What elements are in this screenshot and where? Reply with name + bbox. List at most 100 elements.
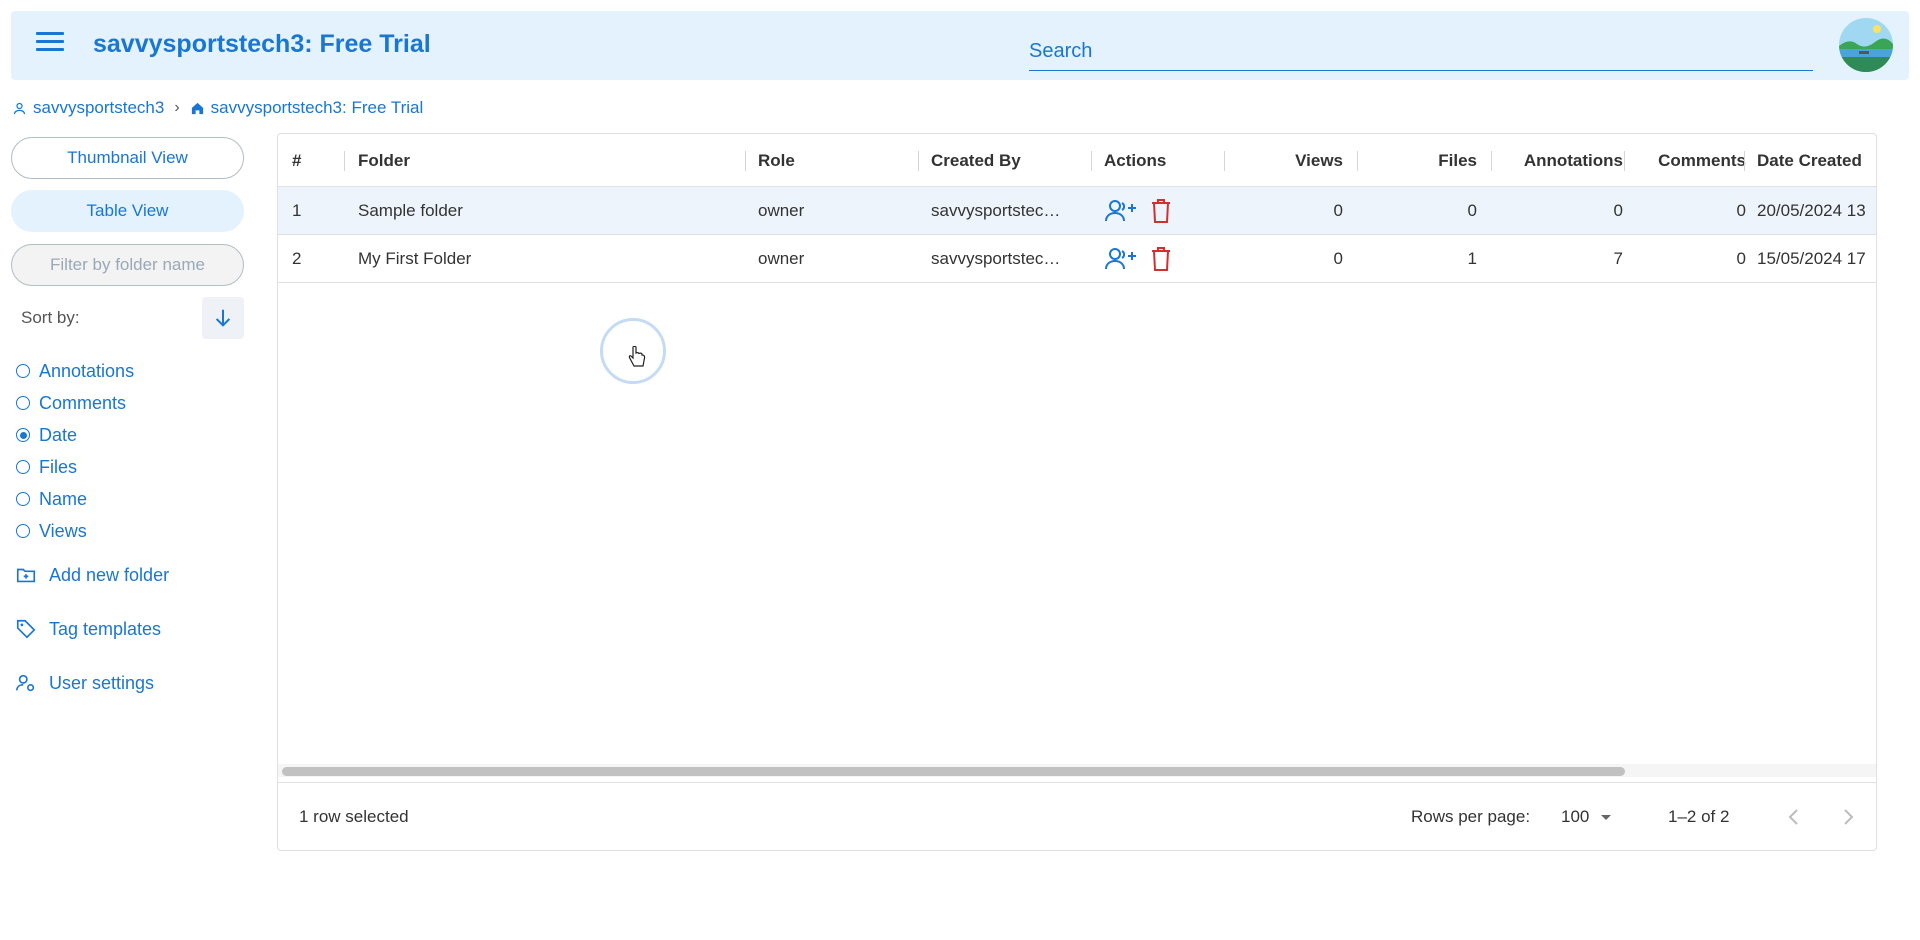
sort-option-comments[interactable]: Comments xyxy=(16,387,134,419)
cell-actions xyxy=(1104,235,1172,283)
cell-annotations: 0 xyxy=(1613,201,1623,220)
sort-label: Sort by: xyxy=(21,308,80,327)
table-footer: 1 row selected Rows per page: 100 1–2 of… xyxy=(278,782,1876,850)
previous-page-button[interactable] xyxy=(1776,799,1812,835)
col-folder[interactable]: Folder xyxy=(358,134,410,187)
cell-date-created: 15/05/2024 17 xyxy=(1757,249,1866,268)
horizontal-scrollbar-thumb[interactable] xyxy=(282,767,1625,776)
cell-annotations: 7 xyxy=(1613,249,1623,268)
tag-templates-link[interactable]: Tag templates xyxy=(15,618,161,640)
cell-role: owner xyxy=(758,249,805,268)
col-actions[interactable]: Actions xyxy=(1104,134,1166,187)
search-bar xyxy=(1029,28,1813,71)
col-date-created[interactable]: Date Created xyxy=(1757,134,1862,187)
col-comments[interactable]: Comments xyxy=(1624,134,1746,187)
cell-folder: Sample folder xyxy=(358,201,463,220)
user-settings-link[interactable]: User settings xyxy=(15,672,154,694)
sort-option-date[interactable]: Date xyxy=(16,419,134,451)
sort-option-annotations[interactable]: Annotations xyxy=(16,355,134,387)
sort-option-label: Files xyxy=(39,456,78,477)
table-row[interactable]: 1 Sample folder owner savvysportstec… 0 … xyxy=(278,187,1876,235)
home-icon xyxy=(191,102,203,114)
col-annotations[interactable]: Annotations xyxy=(1491,134,1623,187)
radio-icon xyxy=(16,396,30,410)
breadcrumb-user[interactable]: savvysportstech3 xyxy=(12,98,164,118)
sort-option-label: Comments xyxy=(39,392,127,413)
sort-option-label: Date xyxy=(39,424,78,445)
col-role[interactable]: Role xyxy=(758,134,795,187)
rows-per-page-select[interactable]: 100 xyxy=(1561,801,1626,833)
sort-option-name[interactable]: Name xyxy=(16,483,134,515)
cell-created-by: savvysportstec… xyxy=(931,249,1061,268)
table-row[interactable]: 2 My First Folder owner savvysportstec… … xyxy=(278,235,1876,283)
col-index[interactable]: # xyxy=(292,134,301,187)
col-views[interactable]: Views xyxy=(1224,134,1343,187)
add-folder-link[interactable]: Add new folder xyxy=(15,564,169,586)
radio-icon xyxy=(16,524,30,538)
pagination-range: 1–2 of 2 xyxy=(1668,807,1730,826)
breadcrumb: savvysportstech3 › savvysportstech3: Fre… xyxy=(12,98,423,118)
sort-direction-button[interactable] xyxy=(202,297,244,339)
search-input[interactable] xyxy=(1029,28,1813,70)
share-user-icon[interactable] xyxy=(1104,246,1138,272)
next-page-button[interactable] xyxy=(1830,799,1866,835)
delete-icon[interactable] xyxy=(1150,246,1172,272)
radio-icon xyxy=(16,492,30,506)
cell-actions xyxy=(1104,187,1172,235)
app-title: savvysportstech3: Free Trial xyxy=(93,30,431,58)
breadcrumb-separator: › xyxy=(174,99,180,116)
folder-add-icon xyxy=(16,568,36,583)
cell-files: 0 xyxy=(1467,201,1477,220)
cell-index: 2 xyxy=(292,249,302,268)
user-gear-icon xyxy=(16,674,35,692)
arrow-down-icon xyxy=(215,309,231,327)
hand-pointer-icon xyxy=(628,345,646,373)
sort-option-label: Annotations xyxy=(39,360,135,381)
tag-icon xyxy=(16,619,36,639)
breadcrumb-user-label: savvysportstech3 xyxy=(33,98,165,117)
thumbnail-view-button[interactable]: Thumbnail View xyxy=(11,137,244,179)
table-header: # Folder Role Created By Actions Views F… xyxy=(278,134,1876,187)
cell-created-by: savvysportstec… xyxy=(931,201,1061,220)
cell-date-created: 20/05/2024 13 xyxy=(1757,201,1866,220)
radio-checked-icon xyxy=(16,428,30,442)
column-separator[interactable] xyxy=(745,151,746,171)
col-created-by[interactable]: Created By xyxy=(931,134,1021,187)
breadcrumb-workspace[interactable]: savvysportstech3: Free Trial xyxy=(190,98,424,118)
sort-option-label: Name xyxy=(39,488,88,509)
chevron-right-icon xyxy=(1844,809,1854,825)
table-view-button[interactable]: Table View xyxy=(11,190,244,232)
cell-folder: My First Folder xyxy=(358,249,472,268)
folders-table: # Folder Role Created By Actions Views F… xyxy=(277,133,1877,851)
sort-option-views[interactable]: Views xyxy=(16,515,134,547)
caret-down-icon xyxy=(1601,814,1612,820)
chevron-left-icon xyxy=(1788,809,1798,825)
cell-views: 0 xyxy=(1333,201,1343,220)
avatar-landscape-icon[interactable] xyxy=(1839,18,1893,72)
rows-per-page-label: Rows per page: xyxy=(1411,807,1531,826)
cell-role: owner xyxy=(758,201,805,220)
column-separator[interactable] xyxy=(1091,151,1092,171)
cell-views: 0 xyxy=(1333,249,1343,268)
column-separator[interactable] xyxy=(1744,151,1745,171)
add-folder-label: Add new folder xyxy=(49,564,170,585)
delete-icon[interactable] xyxy=(1150,198,1172,224)
share-user-icon[interactable] xyxy=(1104,198,1138,224)
cell-comments: 0 xyxy=(1736,201,1746,220)
radio-icon xyxy=(16,460,30,474)
breadcrumb-workspace-label: savvysportstech3: Free Trial xyxy=(210,98,424,117)
folder-filter-input[interactable] xyxy=(11,244,244,286)
person-icon xyxy=(13,102,26,114)
column-separator[interactable] xyxy=(918,151,919,171)
rows-per-page-value: 100 xyxy=(1561,807,1590,826)
selection-count: 1 row selected xyxy=(299,807,409,826)
col-files[interactable]: Files xyxy=(1357,134,1477,187)
sort-options: Annotations Comments Date Files Name Vie… xyxy=(16,355,134,547)
radio-icon xyxy=(16,364,30,378)
sort-option-files[interactable]: Files xyxy=(16,451,134,483)
tag-templates-label: Tag templates xyxy=(49,618,162,639)
column-separator[interactable] xyxy=(344,151,345,171)
menu-icon[interactable] xyxy=(36,32,64,54)
cell-index: 1 xyxy=(292,201,302,220)
user-settings-label: User settings xyxy=(49,672,155,693)
